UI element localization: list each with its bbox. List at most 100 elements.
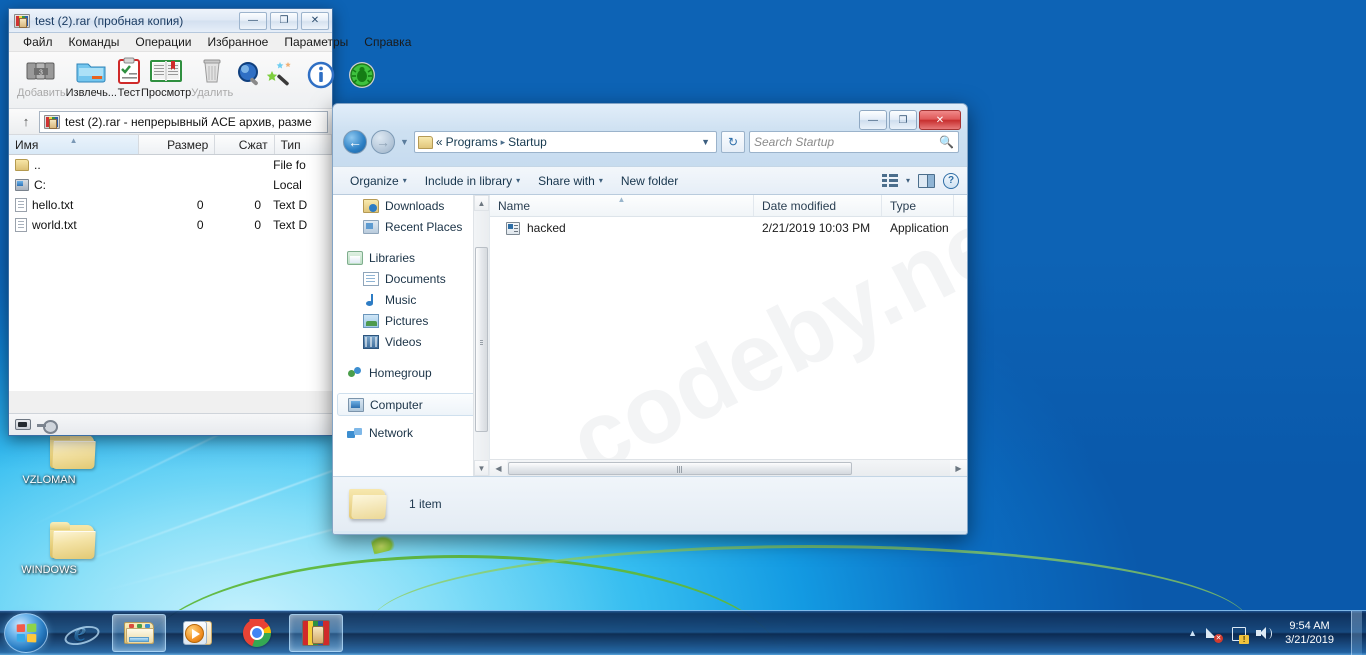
file-row-hacked[interactable]: hacked 2/21/2019 10:03 PM Application xyxy=(490,217,967,239)
explorer-titlebar[interactable]: — ❐ ✕ ← → ▼ « Programs ▸ Startup ▼ ↻ Sea… xyxy=(333,104,967,166)
table-row[interactable]: world.txt 0 0 Text D xyxy=(9,215,332,235)
column-header-type[interactable]: Type xyxy=(882,195,954,216)
sidebar-item-libraries[interactable]: Libraries xyxy=(333,247,489,268)
sidebar-item-network[interactable]: Network xyxy=(333,422,489,443)
forward-arrow-icon[interactable]: → xyxy=(371,130,395,154)
sidebar-item-music[interactable]: Music xyxy=(333,289,489,310)
close-button[interactable]: ✕ xyxy=(919,110,961,130)
explorer-navigation-row[interactable]: ← → ▼ « Programs ▸ Startup ▼ ↻ Search St… xyxy=(343,130,959,154)
taskbar-button-google-chrome[interactable] xyxy=(230,614,284,652)
toolbar-extract-button[interactable]: Извлечь... xyxy=(66,55,117,99)
horizontal-scrollbar[interactable]: ◀ ▶ xyxy=(490,459,967,476)
toolbar-info-button[interactable] xyxy=(307,55,335,95)
menu-item-operations[interactable]: Операции xyxy=(127,33,199,51)
file-list-headers[interactable]: ▲ Name Date modified Type xyxy=(490,195,967,217)
minimize-button[interactable]: — xyxy=(239,11,267,30)
breadcrumb-overflow[interactable]: « xyxy=(436,135,443,149)
winrar-titlebar[interactable]: test (2).rar (пробная копия) — ❐ ✕ xyxy=(9,9,332,33)
back-arrow-icon[interactable]: ← xyxy=(343,130,367,154)
search-input[interactable]: Search Startup 🔍 xyxy=(749,131,959,153)
menu-item-help[interactable]: Справка xyxy=(356,33,419,51)
toolbar-add-button[interactable]: 3 Добавить xyxy=(17,55,66,99)
menu-item-options[interactable]: Параметры xyxy=(276,33,356,51)
scroll-left-icon[interactable]: ◀ xyxy=(490,459,507,476)
toolbar-wizard-button[interactable] xyxy=(265,55,295,95)
table-row[interactable]: hello.txt 0 0 Text D xyxy=(9,195,332,215)
table-row[interactable]: .. File fo xyxy=(9,155,332,175)
maximize-button[interactable]: ❐ xyxy=(889,110,917,130)
toolbar-find-button[interactable] xyxy=(235,55,265,95)
column-header-date-modified[interactable]: Date modified xyxy=(754,195,882,216)
winrar-archive-path[interactable]: test (2).rar - непрерывный ACE архив, ра… xyxy=(39,110,328,133)
desktop-icon-vzloman[interactable]: VZLOMAN xyxy=(6,432,96,486)
column-header-name[interactable]: ▲ Имя xyxy=(9,135,140,154)
organize-button[interactable]: Organize ▾ xyxy=(341,170,416,192)
sidebar-item-computer[interactable]: Computer xyxy=(337,393,485,416)
action-center-warning-icon[interactable] xyxy=(1231,626,1250,644)
scrollbar-thumb[interactable] xyxy=(508,461,852,475)
breadcrumb[interactable]: « Programs ▸ Startup ▼ xyxy=(413,131,717,153)
toolbar-delete-button[interactable]: Удалить xyxy=(191,55,233,99)
column-header-type[interactable]: Тип xyxy=(275,135,332,154)
preview-pane-icon[interactable] xyxy=(918,173,935,188)
taskbar-button-internet-explorer[interactable] xyxy=(53,614,107,652)
minimize-button[interactable]: — xyxy=(859,110,887,130)
taskbar-button-winrar[interactable] xyxy=(289,614,343,652)
navigation-pane-scrollbar[interactable]: ▲ ▼ xyxy=(473,195,489,476)
menu-item-commands[interactable]: Команды xyxy=(61,33,128,51)
column-header-size[interactable]: Размер xyxy=(139,135,216,154)
taskbar-clock[interactable]: 9:54 AM 3/21/2019 xyxy=(1281,619,1338,647)
chevron-down-icon[interactable]: ▼ xyxy=(400,137,409,147)
chevron-down-icon[interactable]: ▼ xyxy=(701,137,713,147)
taskbar[interactable]: ▲ 9:54 AM 3/21/2019 xyxy=(0,610,1366,655)
up-arrow-icon[interactable]: ↑ xyxy=(13,111,39,133)
new-folder-button[interactable]: New folder xyxy=(612,170,687,192)
navigation-pane[interactable]: Downloads Recent Places Libraries Docume… xyxy=(333,195,490,476)
chevron-up-icon[interactable]: ▲ xyxy=(1188,628,1197,638)
toolbar-virusscan-button[interactable] xyxy=(347,55,377,95)
include-in-library-button[interactable]: Include in library ▾ xyxy=(416,170,529,192)
winrar-window[interactable]: test (2).rar (пробная копия) — ❐ ✕ Файл … xyxy=(8,8,411,436)
sidebar-item-recent-places[interactable]: Recent Places xyxy=(333,216,489,237)
network-error-icon[interactable] xyxy=(1206,626,1224,643)
show-desktop-button[interactable] xyxy=(1351,610,1362,655)
winrar-toolbar[interactable]: 3 Добавить Извлечь... Тест Просмотр Удал… xyxy=(9,52,376,109)
scroll-up-icon[interactable]: ▲ xyxy=(474,195,489,211)
sidebar-item-documents[interactable]: Documents xyxy=(333,268,489,289)
windows-start-orb[interactable] xyxy=(4,613,48,653)
sidebar-item-downloads[interactable]: Downloads xyxy=(333,195,489,216)
maximize-button[interactable]: ❐ xyxy=(270,11,298,30)
chevron-down-icon[interactable]: ▾ xyxy=(906,176,910,185)
desktop-icon-windows[interactable]: WINDOWS xyxy=(6,522,96,576)
winrar-file-list[interactable]: .. File fo C: Local hello.txt 0 0 Text D… xyxy=(9,155,332,391)
sidebar-item-videos[interactable]: Videos xyxy=(333,331,489,352)
refresh-icon[interactable]: ↻ xyxy=(721,131,745,153)
menu-item-favorites[interactable]: Избранное xyxy=(200,33,277,51)
view-options-icon[interactable] xyxy=(881,174,898,187)
column-header-name[interactable]: ▲ Name xyxy=(490,195,754,216)
share-with-button[interactable]: Share with ▾ xyxy=(529,170,612,192)
file-list-pane[interactable]: codeby.net ▲ Name Date modified Type hac… xyxy=(490,195,967,476)
taskbar-button-windows-explorer[interactable] xyxy=(112,614,166,652)
menu-item-file[interactable]: Файл xyxy=(15,33,61,51)
breadcrumb-item-startup[interactable]: Startup xyxy=(508,135,547,149)
winrar-address-bar[interactable]: ↑ test (2).rar - непрерывный ACE архив, … xyxy=(9,109,332,135)
help-icon[interactable]: ? xyxy=(943,172,959,189)
sidebar-item-pictures[interactable]: Pictures xyxy=(333,310,489,331)
scrollbar-thumb[interactable] xyxy=(475,247,488,432)
toolbar-view-button[interactable]: Просмотр xyxy=(141,55,191,99)
taskbar-button-media-player[interactable] xyxy=(171,614,225,652)
breadcrumb-item-programs[interactable]: Programs xyxy=(446,135,498,149)
toolbar-test-button[interactable]: Тест xyxy=(117,55,141,99)
close-button[interactable]: ✕ xyxy=(301,11,329,30)
table-row[interactable]: C: Local xyxy=(9,175,332,195)
explorer-command-bar[interactable]: Organize ▾ Include in library ▾ Share wi… xyxy=(333,166,967,195)
scroll-right-icon[interactable]: ▶ xyxy=(950,459,967,476)
winrar-menubar[interactable]: Файл Команды Операции Избранное Параметр… xyxy=(9,33,411,52)
sidebar-item-homegroup[interactable]: Homegroup xyxy=(333,362,489,383)
volume-icon[interactable] xyxy=(1256,626,1273,641)
column-header-packed[interactable]: Сжат xyxy=(215,135,275,154)
system-tray[interactable]: ▲ 9:54 AM 3/21/2019 xyxy=(1188,610,1366,655)
explorer-window[interactable]: — ❐ ✕ ← → ▼ « Programs ▸ Startup ▼ ↻ Sea… xyxy=(332,103,968,535)
scroll-down-icon[interactable]: ▼ xyxy=(474,460,489,476)
